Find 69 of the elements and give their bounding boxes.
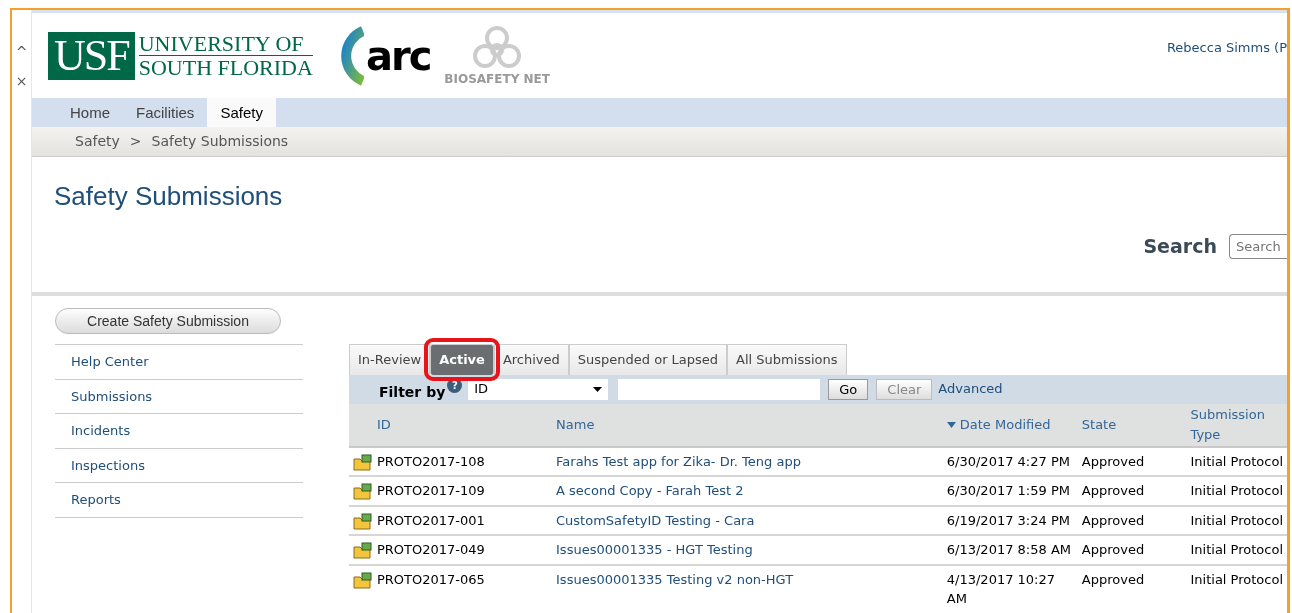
tab[interactable]: All Submissions bbox=[727, 344, 847, 375]
nav-tab[interactable]: Safety bbox=[207, 98, 276, 127]
table-cell: 6/30/2017 4:27 PM bbox=[942, 446, 1078, 476]
table-cell: Initial Protocol bbox=[1186, 476, 1287, 506]
folder-icon[interactable] bbox=[353, 453, 373, 471]
tab[interactable]: Archived bbox=[493, 344, 569, 375]
name-link[interactable]: A second Copy - Farah Test 2 bbox=[552, 476, 943, 506]
table-cell: Initial Protocol bbox=[1186, 505, 1287, 535]
logo-text: UNIVERSITY OF bbox=[138, 31, 313, 56]
table-cell: Initial Protocol bbox=[1186, 535, 1287, 565]
logo-text: BIOSAFETY NET bbox=[444, 70, 550, 88]
breadcrumb-link[interactable]: Safety Submissions bbox=[151, 131, 289, 152]
table-cell: 6/30/2017 1:59 PM bbox=[942, 476, 1078, 506]
table-cell: Initial Protocol bbox=[1186, 564, 1287, 613]
table-cell: PROTO2017-109 bbox=[373, 476, 553, 506]
go-button[interactable]: Go bbox=[828, 378, 869, 400]
column-header[interactable]: State bbox=[1077, 403, 1187, 447]
column-header[interactable]: Submission Type bbox=[1186, 403, 1287, 447]
nav-tab[interactable]: Home bbox=[57, 98, 123, 127]
filter-field[interactable] bbox=[618, 378, 821, 400]
table-cell: Approved bbox=[1077, 535, 1187, 565]
name-link[interactable]: Issues00001335 Testing v2 non-HGT bbox=[552, 564, 943, 613]
table-cell: PROTO2017-108 bbox=[373, 446, 553, 476]
table-cell: PROTO2017-049 bbox=[373, 535, 553, 565]
sidebar-item[interactable]: Submissions bbox=[55, 378, 303, 413]
table-cell: Approved bbox=[1077, 564, 1187, 613]
folder-icon[interactable] bbox=[353, 483, 373, 500]
tab[interactable]: In-Review bbox=[349, 344, 431, 375]
logo-text: SOUTH FLORIDA bbox=[138, 56, 313, 80]
logo-text: arc bbox=[365, 35, 431, 76]
table-cell: PROTO2017-001 bbox=[373, 505, 553, 535]
sidebar-item[interactable]: Incidents bbox=[55, 413, 303, 448]
user-link[interactable]: Rebecca Simms (P bbox=[1166, 38, 1287, 58]
sort-icon bbox=[946, 422, 956, 429]
close-button[interactable]: × bbox=[15, 71, 28, 92]
filter-label: Filter by bbox=[379, 382, 446, 402]
table-cell: 6/13/2017 8:58 AM bbox=[942, 535, 1078, 565]
column-header[interactable]: Name bbox=[552, 403, 943, 447]
search-label: Search bbox=[1143, 234, 1217, 259]
folder-icon[interactable] bbox=[353, 542, 373, 559]
table-cell: Initial Protocol bbox=[1186, 446, 1287, 476]
table-cell: 6/19/2017 3:24 PM bbox=[942, 505, 1078, 535]
column-header[interactable]: ID bbox=[373, 403, 553, 447]
folder-icon[interactable] bbox=[353, 571, 373, 589]
name-link[interactable]: Farahs Test app for Zika- Dr. Teng app bbox=[552, 446, 943, 476]
create-button[interactable]: Create Safety Submission bbox=[55, 308, 281, 334]
sidebar-item[interactable]: Reports bbox=[55, 482, 303, 518]
collapse-button[interactable]: ^ bbox=[15, 42, 28, 63]
logo-mark: USF bbox=[48, 31, 135, 80]
column-header[interactable]: Date Modified bbox=[942, 403, 1078, 447]
advanced-link[interactable]: Advanced bbox=[938, 379, 1003, 399]
table-cell: PROTO2017-065 bbox=[373, 564, 553, 613]
caret-icon[interactable] bbox=[593, 386, 603, 392]
folder-icon[interactable] bbox=[353, 512, 373, 530]
name-link[interactable]: CustomSafetyID Testing - Cara bbox=[552, 505, 943, 535]
table-cell: Approved bbox=[1077, 446, 1187, 476]
filter-dropdown[interactable]: ID bbox=[468, 378, 609, 400]
sidebar-item[interactable]: Help Center bbox=[55, 344, 303, 379]
page-title: Safety Submissions bbox=[54, 181, 283, 213]
table-cell: Approved bbox=[1077, 505, 1187, 535]
tab[interactable]: Suspended or Lapsed bbox=[568, 344, 728, 375]
sidebar-item[interactable]: Inspections bbox=[55, 447, 303, 482]
breadcrumb-separator: > bbox=[129, 132, 142, 151]
name-link[interactable]: Issues00001335 - HGT Testing bbox=[552, 535, 943, 565]
search-field[interactable]: Search bbox=[1229, 233, 1287, 259]
table-cell: Approved bbox=[1077, 476, 1187, 506]
table-cell: 4/13/2017 10:27 AM bbox=[942, 564, 1078, 613]
nav-tab[interactable]: Facilities bbox=[123, 98, 208, 127]
breadcrumb-link[interactable]: Safety bbox=[75, 131, 120, 152]
